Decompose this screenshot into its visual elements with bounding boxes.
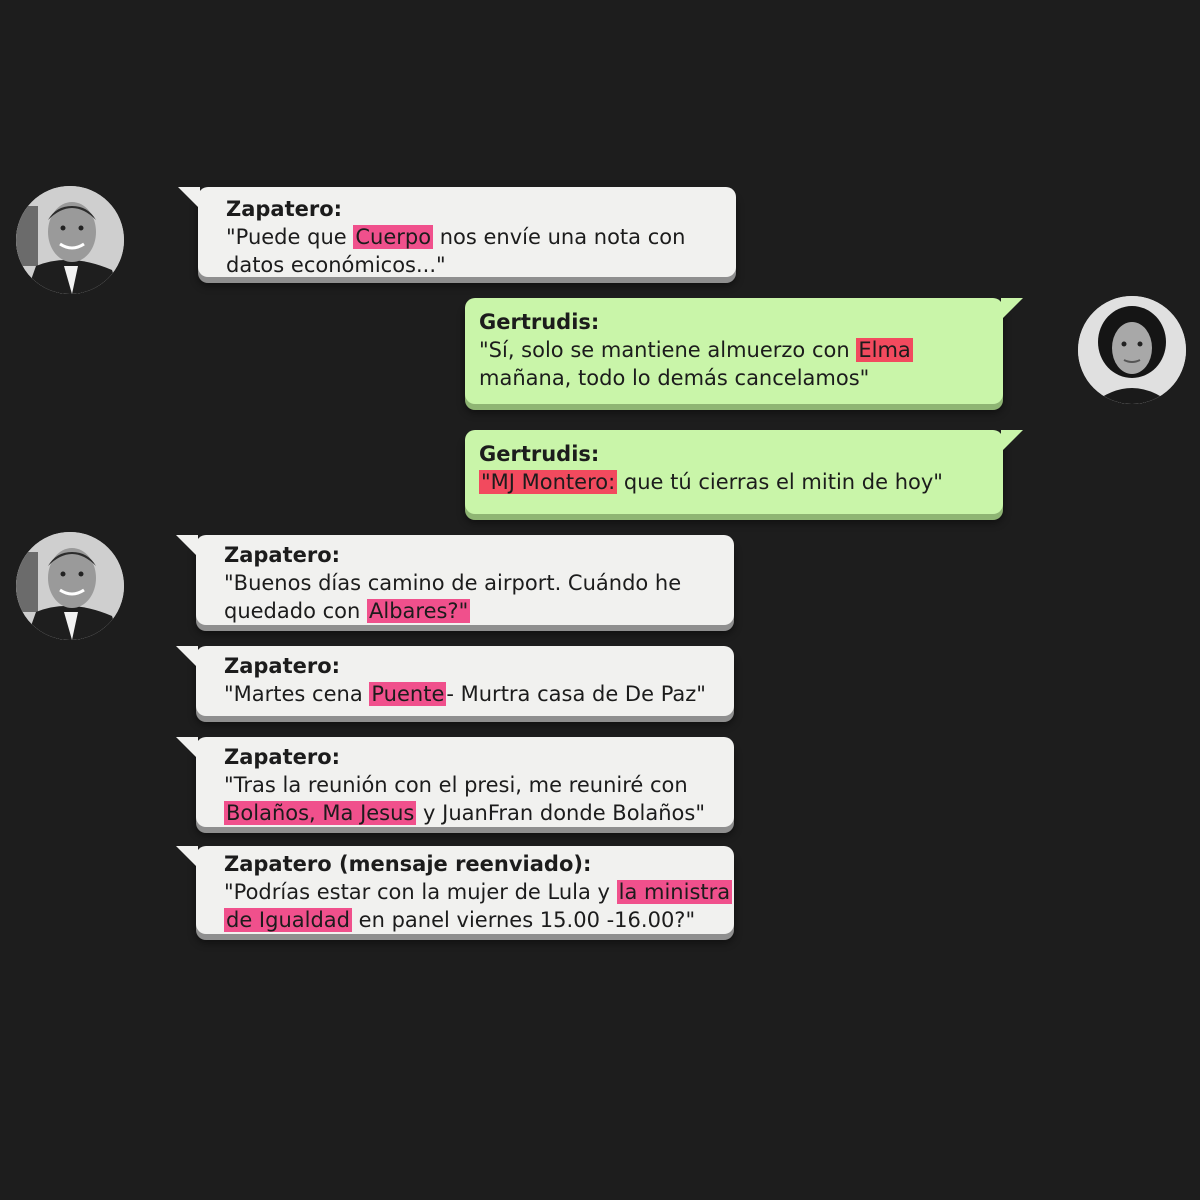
sender-name: Zapatero: <box>226 197 343 221</box>
sender-name: Zapatero: <box>224 745 341 769</box>
message-text: "Sí, solo se mantiene almuerzo con Elma <box>479 338 913 362</box>
highlighted-name: "MJ Montero: <box>479 470 618 494</box>
highlighted-name: Bolaños, Ma Jesus <box>224 801 417 825</box>
highlighted-name: Cuerpo <box>353 225 434 249</box>
bubble-tail <box>176 737 198 759</box>
message-bubble: Zapatero: "Puede que Cuerpo nos envíe un… <box>178 187 736 277</box>
sender-name: Gertrudis: <box>479 442 600 466</box>
bubble-tail <box>178 187 200 209</box>
message-bubble: Gertrudis: "MJ Montero: que tú cierras e… <box>465 430 1023 514</box>
sender-name: Zapatero (mensaje reenviado): <box>224 852 592 876</box>
message-bubble: Zapatero: "Martes cena Puente- Murtra ca… <box>176 646 734 716</box>
message-bubble: Zapatero: "Tras la reunión con el presi,… <box>176 737 734 827</box>
sender-name: Zapatero: <box>224 654 341 678</box>
sender-name: Gertrudis: <box>479 310 600 334</box>
highlighted-name: la ministra <box>616 880 733 904</box>
highlighted-name: Elma <box>856 338 913 362</box>
zapatero-avatar <box>16 532 124 640</box>
message-text: "Podrías estar con la mujer de Lula y la… <box>224 880 733 904</box>
highlighted-name: Albares?" <box>367 599 471 623</box>
bubble-tail <box>176 846 198 868</box>
sender-name: Zapatero: <box>224 543 341 567</box>
message-text: "MJ Montero: que tú cierras el mitin de … <box>479 470 943 494</box>
highlighted-name: de Igualdad <box>224 908 352 932</box>
highlighted-name: Puente <box>369 682 447 706</box>
message-text: Bolaños, Ma Jesus y JuanFran donde Bolañ… <box>224 801 706 825</box>
message-text: "Martes cena Puente- Murtra casa de De P… <box>224 682 706 706</box>
message-bubble: Zapatero (mensaje reenviado): "Podrías e… <box>176 846 734 934</box>
bubble-tail <box>176 535 198 557</box>
bubble-tail <box>1001 430 1023 452</box>
zapatero-avatar <box>16 186 124 294</box>
message-text: "Tras la reunión con el presi, me reunir… <box>224 773 688 797</box>
message-text: "Puede que Cuerpo nos envíe una nota con <box>226 225 686 249</box>
message-text: datos económicos..." <box>226 253 446 277</box>
message-text: mañana, todo lo demás cancelamos" <box>479 366 870 390</box>
message-text: quedado con Albares?" <box>224 599 471 623</box>
message-text: de Igualdad en panel viernes 15.00 -16.0… <box>224 908 696 932</box>
message-bubble: Zapatero: "Buenos días camino de airport… <box>176 535 734 625</box>
bubble-tail <box>1001 298 1023 320</box>
message-text: "Buenos días camino de airport. Cuándo h… <box>224 571 682 595</box>
message-bubble: Gertrudis: "Sí, solo se mantiene almuerz… <box>465 298 1023 404</box>
gertrudis-avatar <box>1078 296 1186 404</box>
bubble-tail <box>176 646 198 668</box>
